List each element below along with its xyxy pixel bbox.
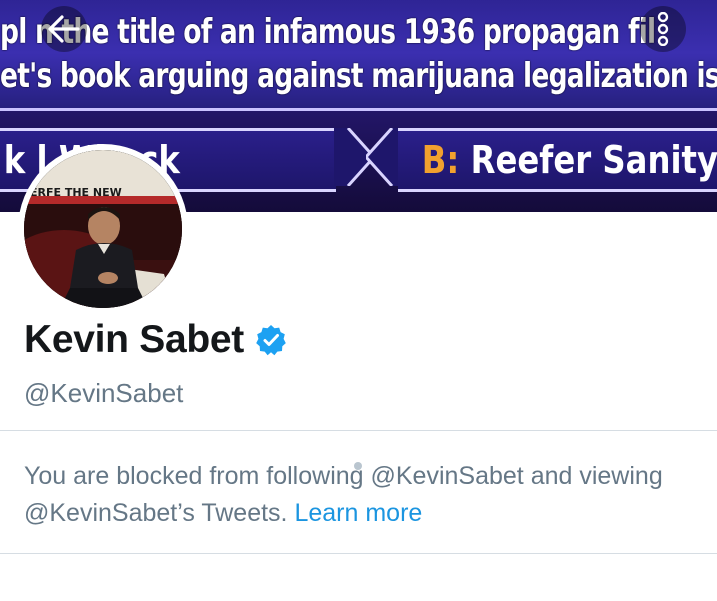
banner-answer-b: B: Reefer Sanity xyxy=(398,128,717,192)
divider-top xyxy=(0,430,717,431)
back-arrow-icon xyxy=(48,15,80,43)
learn-more-link[interactable]: Learn more xyxy=(294,499,422,527)
blocked-notice: You are blocked from following @KevinSab… xyxy=(24,458,694,532)
banner-question-line-1: pl n the title of an infamous 1936 propa… xyxy=(0,12,656,52)
profile-name-row: Kevin Sabet xyxy=(24,318,288,362)
banner-answer-b-option: B: xyxy=(421,138,460,182)
more-options-button[interactable] xyxy=(640,6,686,52)
banner-question-panel: pl n the title of an infamous 1936 propa… xyxy=(0,0,717,111)
avatar-photo: ERFE THE NEW xyxy=(24,150,182,308)
user-handle: @KevinSabet xyxy=(24,378,184,408)
banner-question-line-2: et's book arguing against marijuana lega… xyxy=(0,56,717,96)
verified-badge-icon xyxy=(254,323,288,357)
display-name: Kevin Sabet xyxy=(24,318,244,361)
avatar[interactable]: ERFE THE NEW xyxy=(18,144,188,314)
banner-answer-b-text: Reefer Sanity xyxy=(459,138,717,182)
photo-backdrop-text: ERFE THE NEW xyxy=(30,186,122,199)
back-button[interactable] xyxy=(41,6,87,52)
divider-bottom xyxy=(0,553,717,554)
more-vertical-icon xyxy=(657,12,669,46)
